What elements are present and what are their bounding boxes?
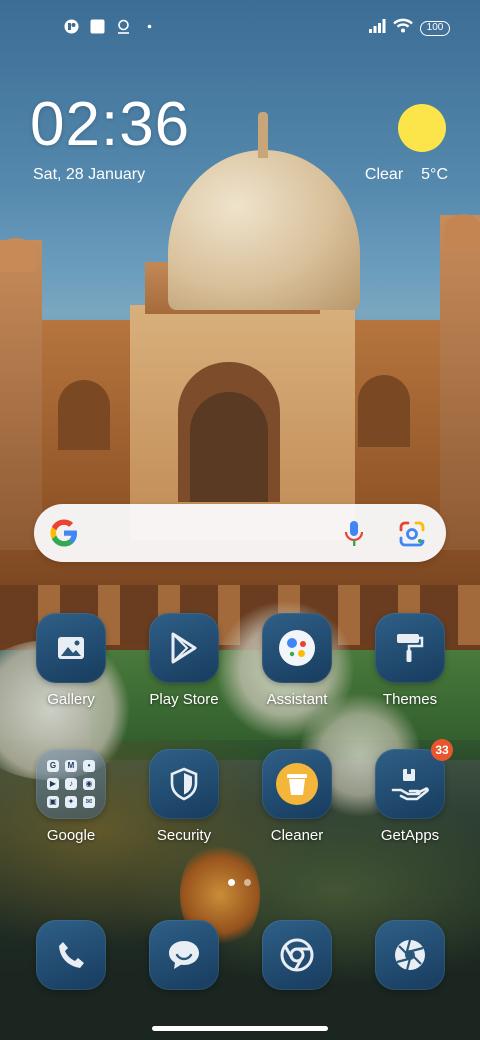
- notification-app-icon: [64, 19, 79, 34]
- app-label: GetApps: [380, 827, 440, 844]
- page-dot: [244, 879, 251, 886]
- weather-temperature: 5°C: [421, 166, 448, 183]
- status-bar[interactable]: 100: [0, 0, 480, 56]
- hand-box-icon: 33: [375, 739, 453, 819]
- phone-icon: [36, 920, 106, 990]
- clock-date[interactable]: Sat, 28 January: [33, 166, 145, 184]
- wifi-icon: [393, 18, 413, 38]
- wallpaper-right-arch: [358, 375, 410, 447]
- page-indicator: [228, 879, 251, 886]
- app-label: Security: [156, 827, 212, 844]
- app-label: Play Store: [149, 691, 219, 708]
- app-label: Assistant: [266, 691, 328, 708]
- wallpaper-left-tower: [0, 240, 42, 550]
- notification-icons: [64, 19, 157, 34]
- system-status-icons: 100: [369, 18, 450, 38]
- folder-mini-app: G: [47, 760, 59, 772]
- app-google-folder[interactable]: G M • ▶ ♪ ◉ ▣ ✦ ✉ Google: [19, 749, 123, 844]
- wallpaper-right-tower: [440, 215, 480, 550]
- folder-mini-app: ✉: [83, 796, 95, 808]
- folder-icon: G M • ▶ ♪ ◉ ▣ ✦ ✉: [36, 749, 106, 819]
- google-search-bar[interactable]: [34, 504, 446, 562]
- folder-mini-app: ✦: [65, 796, 77, 808]
- wallpaper-left-tower-dome: [0, 238, 36, 272]
- app-cleaner[interactable]: Cleaner: [245, 749, 349, 844]
- wallpaper-main-dome: [168, 150, 360, 310]
- assistant-icon: [262, 613, 332, 683]
- camera-aperture-icon: [375, 920, 445, 990]
- chrome-icon: [262, 920, 332, 990]
- app-gallery[interactable]: Gallery: [19, 613, 123, 708]
- app-label: Cleaner: [270, 827, 324, 844]
- message-icon: [149, 920, 219, 990]
- signal-icon: [369, 18, 386, 38]
- dock-app-chrome[interactable]: [245, 920, 349, 990]
- page-dot-active: [228, 879, 235, 886]
- location-notification-icon: [116, 19, 131, 34]
- wallpaper-spire: [258, 112, 268, 158]
- dock-app-camera[interactable]: [358, 920, 462, 990]
- microphone-icon[interactable]: [342, 520, 366, 548]
- folder-mini-app: ◉: [83, 778, 95, 790]
- weather-widget[interactable]: Clear 5°C: [365, 166, 448, 184]
- clock-time[interactable]: 02:36: [30, 92, 190, 158]
- app-label: Gallery: [47, 691, 95, 708]
- square-notification-icon: [90, 19, 105, 34]
- paint-roller-icon: [375, 613, 445, 683]
- folder-mini-app: •: [83, 760, 95, 772]
- app-label: Google: [46, 827, 96, 844]
- folder-app-grid: G M • ▶ ♪ ◉ ▣ ✦ ✉: [47, 760, 95, 808]
- folder-mini-app: M: [65, 760, 77, 772]
- sun-icon[interactable]: [398, 104, 446, 152]
- wallpaper-main-arch-inner: [190, 392, 268, 502]
- wallpaper-right-tower-dome: [444, 214, 480, 248]
- dot-icon: [142, 19, 157, 34]
- gallery-icon: [36, 613, 106, 683]
- folder-mini-app: ▣: [47, 796, 59, 808]
- app-security[interactable]: Security: [132, 749, 236, 844]
- google-g-icon[interactable]: [48, 517, 80, 549]
- gesture-navigation-handle[interactable]: [152, 1026, 328, 1031]
- dock-app-phone[interactable]: [19, 920, 123, 990]
- trash-bin-icon: [262, 749, 332, 819]
- play-store-icon: [149, 613, 219, 683]
- app-assistant[interactable]: Assistant: [245, 613, 349, 708]
- google-lens-icon[interactable]: [398, 520, 426, 548]
- app-themes[interactable]: Themes: [358, 613, 462, 708]
- folder-mini-app: ♪: [65, 778, 77, 790]
- weather-condition: Clear: [364, 166, 404, 183]
- app-label: Themes: [382, 691, 438, 708]
- notification-badge: 33: [431, 739, 453, 761]
- wallpaper-left-arch: [58, 380, 110, 450]
- app-getapps[interactable]: 33 GetApps: [358, 739, 462, 844]
- app-play-store[interactable]: Play Store: [132, 613, 236, 708]
- battery-indicator: 100: [420, 20, 450, 36]
- dock-app-messages[interactable]: [132, 920, 236, 990]
- folder-mini-app: ▶: [47, 778, 59, 790]
- shield-icon: [149, 749, 219, 819]
